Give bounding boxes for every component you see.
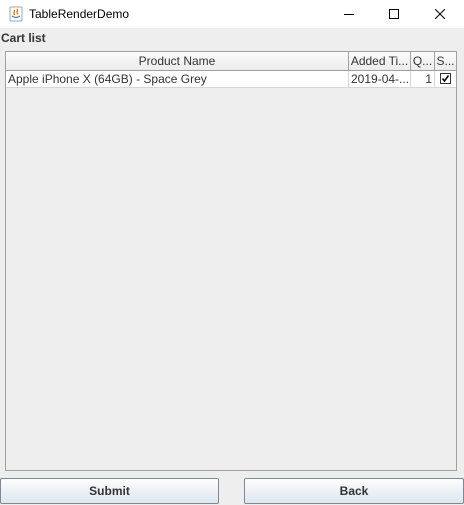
maximize-icon	[389, 9, 399, 19]
column-header-product-name[interactable]: Product Name	[6, 52, 349, 70]
checkmark-icon	[441, 75, 450, 83]
close-button[interactable]	[417, 0, 463, 28]
column-header-added-time[interactable]: Added Ti...	[349, 52, 411, 70]
minimize-icon	[344, 14, 354, 15]
selected-checkbox[interactable]	[440, 73, 451, 84]
java-app-icon	[9, 6, 23, 22]
table-header: Product Name Added Ti... Q... S...	[6, 52, 456, 71]
cell-selected[interactable]	[435, 71, 456, 87]
window-title: TableRenderDemo	[29, 7, 130, 21]
content-panel: Cart list Product Name Added Ti... Q... …	[0, 28, 464, 505]
submit-button[interactable]: Submit	[0, 478, 219, 504]
cart-list-label: Cart list	[1, 31, 46, 45]
column-header-quantity[interactable]: Q...	[411, 52, 435, 70]
close-icon	[435, 9, 445, 19]
title-bar[interactable]: TableRenderDemo	[0, 0, 464, 28]
maximize-button[interactable]	[371, 0, 417, 28]
cell-product-name[interactable]: Apple iPhone X (64GB) - Space Grey	[6, 71, 349, 87]
back-button[interactable]: Back	[244, 478, 464, 504]
table-row[interactable]: Apple iPhone X (64GB) - Space Grey 2019-…	[6, 71, 456, 88]
cart-table[interactable]: Product Name Added Ti... Q... S... Apple…	[5, 51, 457, 471]
cell-added-time[interactable]: 2019-04-...	[349, 71, 411, 87]
minimize-button[interactable]	[326, 0, 372, 28]
column-header-selected[interactable]: S...	[435, 52, 456, 70]
cell-quantity[interactable]: 1	[411, 71, 435, 87]
